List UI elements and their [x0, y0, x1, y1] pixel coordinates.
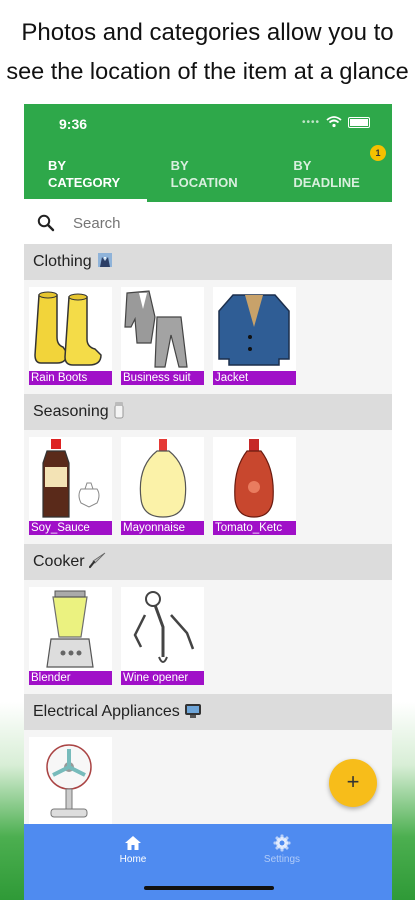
ketchup-image	[234, 439, 274, 518]
section-title: Clothing	[33, 253, 92, 270]
signal-icon: ••••	[301, 116, 320, 128]
add-item-button[interactable]: +	[329, 759, 377, 807]
tv-icon	[185, 704, 202, 718]
knife-icon	[88, 552, 106, 569]
rain-boots-image	[34, 291, 102, 366]
item-label: Wine opener	[121, 671, 204, 685]
item-card[interactable]	[29, 737, 112, 824]
item-label: Blender	[29, 671, 112, 685]
tab-by-location[interactable]: BY LOCATION	[147, 142, 270, 202]
deadline-badge: 1	[370, 145, 387, 161]
section-items-seasoning: Soy_Sauce Mayonnaise Tomato_Ketc	[24, 430, 392, 544]
tab-by-category[interactable]: BY CATEGORY	[24, 142, 147, 202]
item-label: Business suit	[121, 371, 204, 385]
battery-icon	[348, 116, 370, 128]
soy-sauce-image	[42, 439, 100, 518]
tab-label-line1: BY	[48, 158, 67, 173]
status-icons: ••••	[302, 116, 370, 128]
promo-caption: Photos and categories allow you to see t…	[0, 14, 415, 90]
item-card[interactable]: Tomato_Ketc	[213, 437, 296, 535]
section-items-clothing: Rain Boots Business suit Jacket	[24, 280, 392, 394]
tab-bar: BY CATEGORY BY LOCATION BY DEADLINE 1	[24, 142, 392, 202]
blender-image	[46, 590, 94, 668]
tab-label-line2: LOCATION	[170, 175, 238, 190]
gear-icon	[273, 834, 291, 852]
item-label: Mayonnaise	[121, 521, 204, 535]
jacket-image	[218, 294, 290, 366]
suit-icon	[98, 253, 113, 267]
item-card[interactable]: Wine opener	[121, 587, 204, 685]
section-title: Seasoning	[33, 403, 109, 420]
wine-opener-image	[133, 591, 195, 663]
promo-line-2: see the location of the item at a glance	[6, 58, 409, 84]
section-title: Cooker	[33, 553, 85, 570]
tab-label-line2: CATEGORY	[48, 175, 121, 190]
nav-item-settings[interactable]: Settings	[242, 834, 322, 865]
electric-fan-image	[46, 744, 92, 818]
section-items-cooker: Blender Wine opener	[24, 580, 392, 694]
item-label: Tomato_Ketc	[213, 521, 296, 535]
phone-screen: 9:36 •••• BY CATEGORY BY LOCATION BY DEA…	[24, 104, 392, 900]
nav-item-home[interactable]: Home	[93, 834, 173, 865]
home-icon	[125, 836, 141, 850]
section-header-seasoning: Seasoning	[24, 394, 392, 430]
item-card[interactable]: Soy_Sauce	[29, 437, 112, 535]
section-header-cooker: Cooker	[24, 544, 392, 580]
home-indicator	[144, 886, 274, 890]
item-label: Rain Boots	[29, 371, 112, 385]
tab-label-line2: DEADLINE	[293, 175, 360, 190]
promo-line-1: Photos and categories allow you to	[21, 19, 394, 46]
item-card[interactable]: Rain Boots	[29, 287, 112, 385]
section-header-clothing: Clothing	[24, 244, 392, 280]
salt-shaker-icon	[114, 402, 124, 419]
nav-label: Home	[119, 854, 147, 865]
item-card[interactable]: Jacket	[213, 287, 296, 385]
category-list: Clothing Rain Boots Business suit Jacket…	[24, 244, 392, 824]
mayonnaise-image	[139, 439, 187, 518]
nav-label: Settings	[263, 854, 301, 865]
section-header-electrical: Electrical Appliances	[24, 694, 392, 730]
bottom-nav: Home Settings	[24, 824, 392, 900]
business-suit-image	[124, 290, 188, 368]
tab-label-line1: BY	[170, 158, 189, 173]
search-input[interactable]: Search	[73, 215, 121, 232]
section-title: Electrical Appliances	[33, 703, 180, 720]
item-card[interactable]: Business suit	[121, 287, 204, 385]
search-icon	[37, 214, 55, 232]
wifi-icon	[326, 116, 342, 128]
item-label: Soy_Sauce	[29, 521, 112, 535]
tab-by-deadline[interactable]: BY DEADLINE 1	[269, 142, 392, 202]
item-card[interactable]: Blender	[29, 587, 112, 685]
status-time: 9:36	[59, 116, 88, 132]
item-card[interactable]: Mayonnaise	[121, 437, 204, 535]
search-bar[interactable]: Search	[24, 202, 392, 244]
status-bar: 9:36 ••••	[24, 104, 392, 142]
item-label: Jacket	[213, 371, 296, 385]
